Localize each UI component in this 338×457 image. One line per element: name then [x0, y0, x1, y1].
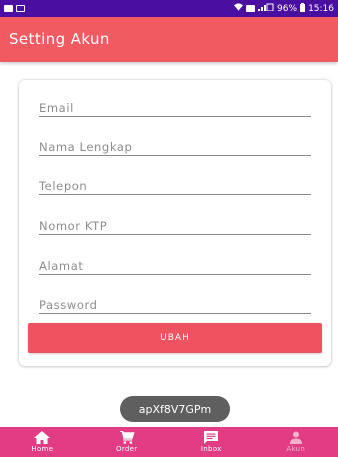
- account-settings-card: UBAH: [19, 80, 331, 366]
- update-button[interactable]: UBAH: [28, 323, 322, 353]
- app-bar: Setting Akun: [0, 17, 338, 62]
- full-name-input[interactable]: [39, 132, 311, 155]
- nav-item-home-label: Home: [31, 445, 54, 453]
- email-field: [39, 93, 311, 117]
- toast-message: apXf8V7GPm: [120, 396, 230, 422]
- full-name-field: [39, 132, 311, 156]
- password-input[interactable]: [39, 290, 311, 313]
- message-notification-icon: [16, 5, 25, 12]
- signal-icon: [258, 3, 274, 14]
- page-title: Setting Akun: [9, 30, 110, 48]
- battery-icon: [300, 2, 306, 15]
- ktp-number-field: [39, 211, 311, 235]
- cast-icon: [246, 5, 256, 12]
- nav-item-order-label: Order: [116, 445, 138, 453]
- bottom-navigation: Home Order Inbox Akun: [0, 427, 338, 457]
- cart-icon: [119, 431, 135, 444]
- person-icon: [289, 431, 302, 444]
- email-input[interactable]: [39, 93, 311, 116]
- status-bar: 96% 15:16: [0, 0, 338, 17]
- image-notification-icon: [4, 5, 13, 12]
- address-field: [39, 251, 311, 275]
- clock: 15:16: [308, 3, 334, 14]
- nav-item-inbox-label: Inbox: [200, 445, 222, 453]
- password-field: [39, 290, 311, 314]
- nav-item-order[interactable]: Order: [85, 427, 170, 457]
- home-icon: [34, 431, 51, 444]
- nav-item-akun-label: Akun: [286, 445, 306, 453]
- nav-item-akun[interactable]: Akun: [254, 427, 338, 457]
- status-bar-left: [4, 5, 25, 12]
- battery-percent: 96%: [277, 3, 298, 14]
- nav-item-inbox[interactable]: Inbox: [169, 427, 254, 457]
- ktp-number-input[interactable]: [39, 211, 311, 234]
- phone-field: [39, 171, 311, 195]
- address-input[interactable]: [39, 251, 311, 274]
- nav-item-home[interactable]: Home: [0, 427, 85, 457]
- status-bar-right: 96% 15:16: [234, 2, 334, 15]
- chat-icon: [204, 431, 219, 444]
- wifi-icon: [234, 3, 244, 14]
- phone-input[interactable]: [39, 171, 311, 194]
